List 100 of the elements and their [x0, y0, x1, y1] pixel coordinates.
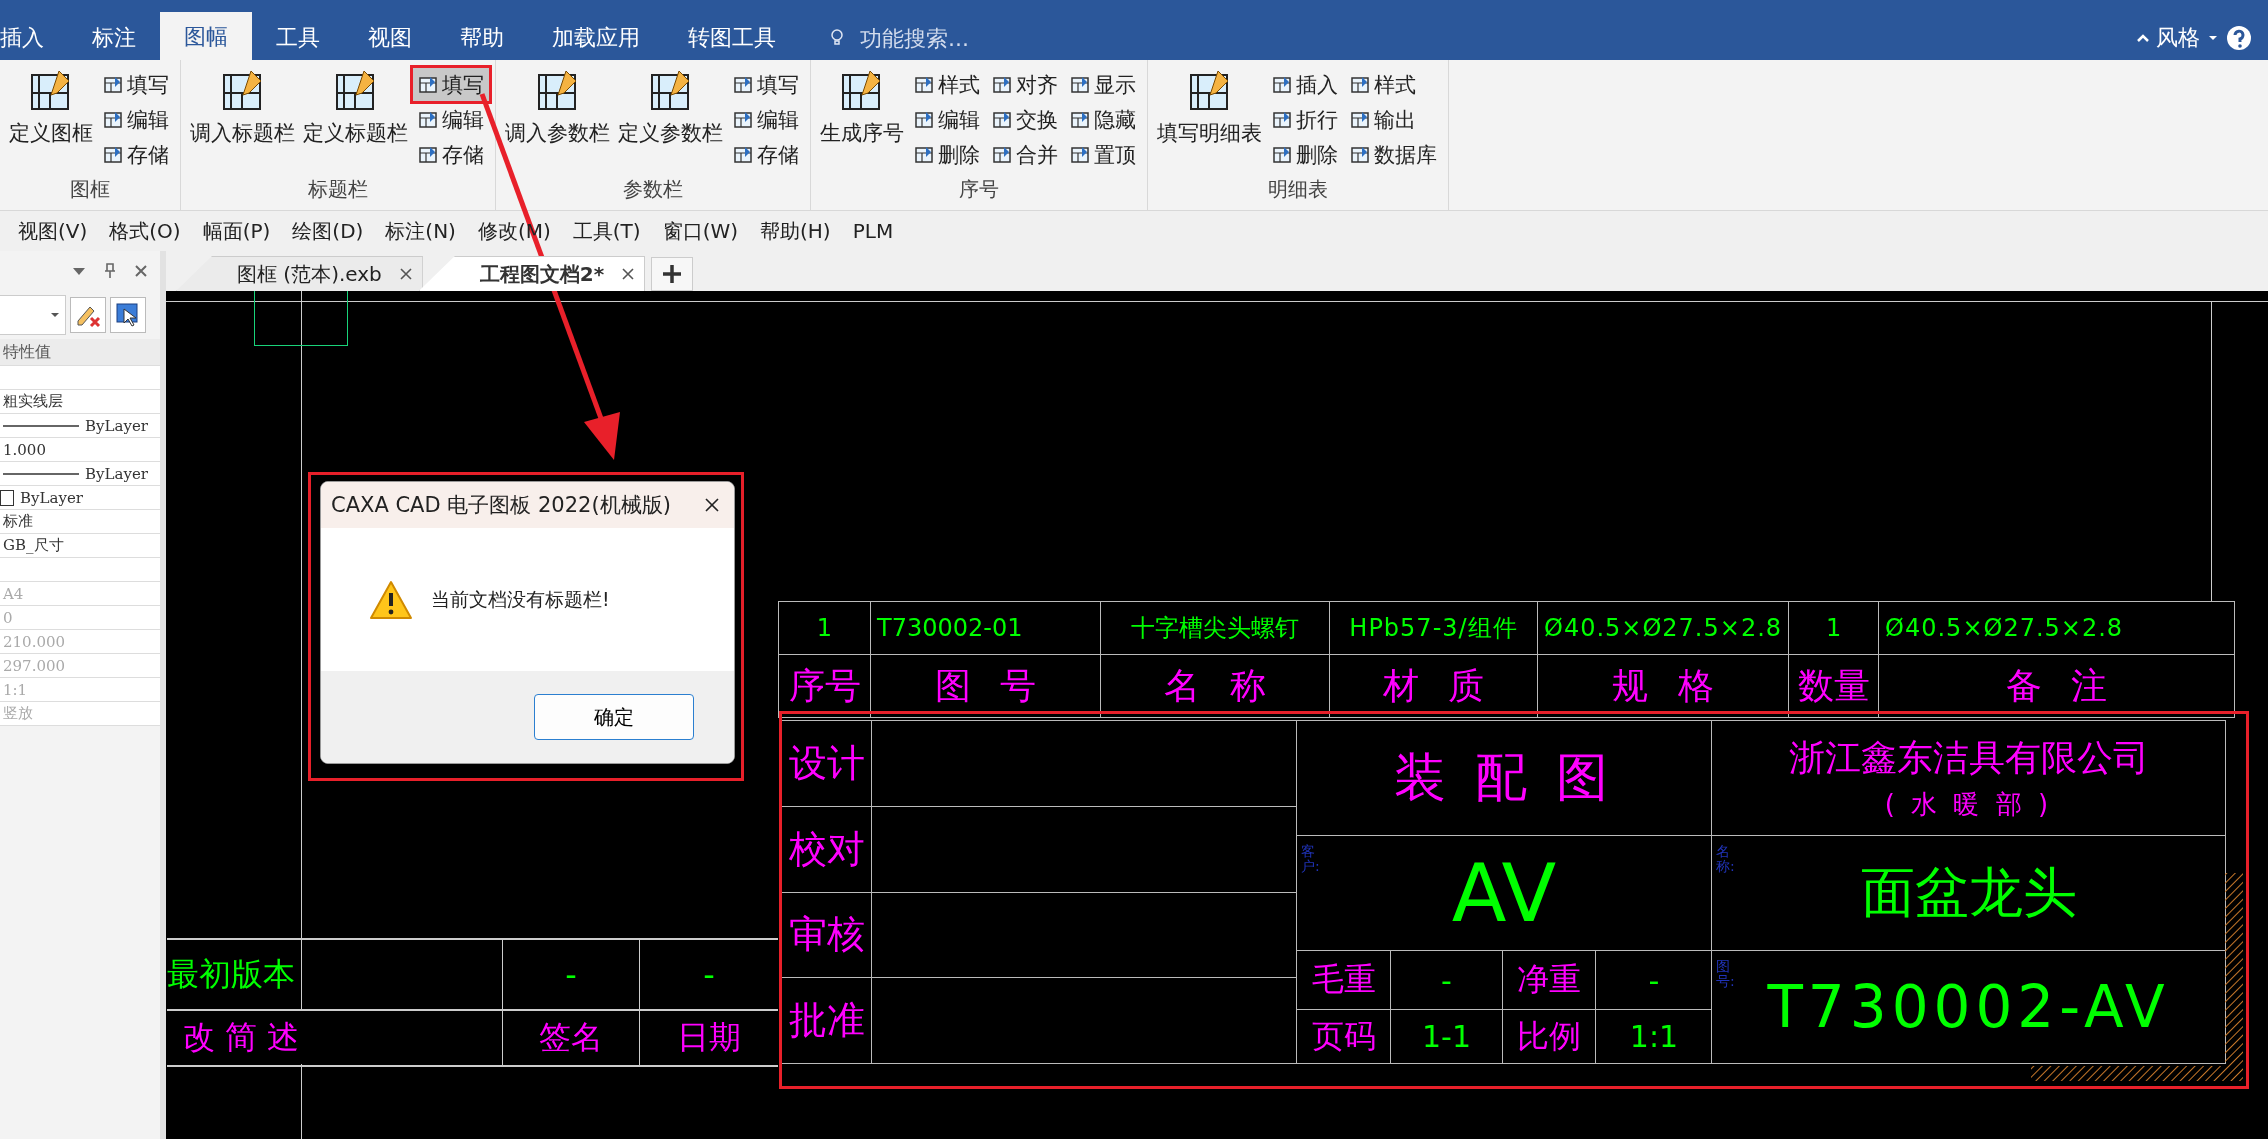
ribbon-button[interactable]: 输出: [1345, 103, 1442, 136]
table-cell: 十字槽尖头螺钉: [1100, 601, 1330, 655]
lightbulb-icon: [830, 28, 844, 48]
ribbon-button[interactable]: 调入标题栏: [187, 64, 298, 168]
column-header: 材 质: [1329, 654, 1538, 718]
group-label: 参数栏: [622, 176, 684, 203]
menu-item[interactable]: 标注(N): [385, 217, 456, 245]
ribbon-button[interactable]: 编辑: [98, 103, 174, 136]
ribbon-button[interactable]: 数据库: [1345, 138, 1442, 171]
ribbon-button[interactable]: 显示: [1065, 68, 1141, 101]
signoff-label: 设计: [782, 721, 872, 806]
property-row[interactable]: GB_尺寸: [0, 534, 160, 558]
property-row[interactable]: ByLayer: [0, 486, 160, 510]
property-value: 297.000: [3, 656, 66, 675]
ribbon-tab[interactable]: 标注: [68, 16, 160, 60]
ribbon-tab[interactable]: 视图: [344, 16, 436, 60]
ribbon-button[interactable]: 删除: [1267, 138, 1343, 171]
field-label: 比例: [1503, 1010, 1596, 1063]
column-header: 图 号: [870, 654, 1101, 718]
ribbon-button[interactable]: 样式: [1345, 68, 1442, 101]
ribbon-button[interactable]: 填写: [413, 68, 489, 101]
ok-button[interactable]: 确定: [534, 694, 694, 740]
ribbon-button[interactable]: 交换: [987, 103, 1063, 136]
property-value: 0: [3, 608, 13, 627]
help-icon[interactable]: [2226, 25, 2252, 51]
close-icon[interactable]: [704, 497, 720, 513]
ribbon-tab[interactable]: 工具: [252, 16, 344, 60]
ribbon-button[interactable]: 填写: [98, 68, 174, 101]
ribbon-button[interactable]: 折行: [1267, 103, 1343, 136]
document-icon: [103, 74, 123, 95]
menu-item[interactable]: 视图(V): [18, 217, 88, 245]
drawing-canvas[interactable]: [166, 291, 2268, 1139]
style-menu[interactable]: 风格: [2156, 23, 2200, 53]
menu-item[interactable]: PLM: [852, 219, 894, 243]
property-row[interactable]: ByLayer: [0, 414, 160, 438]
property-value: 1.000: [3, 440, 46, 459]
ribbon-button[interactable]: 样式: [909, 68, 985, 101]
ribbon-button[interactable]: 定义图框: [6, 64, 96, 168]
pin-icon[interactable]: [104, 263, 116, 279]
property-row[interactable]: 1.000: [0, 438, 160, 462]
property-row[interactable]: 粗实线层: [0, 390, 160, 414]
ribbon-button[interactable]: 编辑: [413, 103, 489, 136]
ribbon-button[interactable]: 生成序号: [817, 64, 907, 168]
ribbon-button[interactable]: 置顶: [1065, 138, 1141, 171]
ribbon-button[interactable]: 编辑: [909, 103, 985, 136]
ribbon-button[interactable]: 存储: [413, 138, 489, 171]
signoff-label: 审核: [782, 892, 872, 978]
ribbon-tab[interactable]: 加载应用: [528, 16, 664, 60]
search-field[interactable]: 功能搜索...: [858, 24, 1062, 52]
document-icon: [103, 144, 123, 165]
document-icon: [1272, 74, 1292, 95]
ribbon-button[interactable]: 调入参数栏: [502, 64, 613, 168]
table-cell: 1: [778, 601, 871, 655]
group-label: 图框: [69, 176, 111, 203]
ribbon-tab[interactable]: 插入: [0, 16, 68, 60]
ribbon-button[interactable]: 填写: [728, 68, 804, 101]
column-header: 改 简 述: [167, 1011, 503, 1065]
menu-item[interactable]: 绘图(D): [292, 217, 364, 245]
menu-item[interactable]: 格式(O): [109, 217, 181, 245]
ribbon-tab[interactable]: 转图工具: [664, 16, 800, 60]
dropdown-icon[interactable]: [2208, 34, 2218, 42]
ribbon-button[interactable]: 对齐: [987, 68, 1063, 101]
ribbon-button[interactable]: 删除: [909, 138, 985, 171]
ribbon-button[interactable]: 存储: [728, 138, 804, 171]
menu-item[interactable]: 窗口(W): [662, 217, 738, 245]
clear-selection-button[interactable]: [70, 297, 106, 333]
ribbon-tab[interactable]: 图幅: [160, 12, 252, 60]
ribbon-button[interactable]: 存储: [98, 138, 174, 171]
ribbon-button[interactable]: 定义标题栏: [300, 64, 411, 168]
document-icon: [1272, 144, 1292, 165]
document-tab[interactable]: 图框 (范本).exb: [176, 256, 423, 291]
color-swatch: [0, 489, 14, 506]
table-cell: Ø40.5×Ø27.5×2.8: [1537, 601, 1789, 655]
menu-item[interactable]: 工具(T): [572, 217, 641, 245]
ribbon-button[interactable]: 隐藏: [1065, 103, 1141, 136]
ribbon-button[interactable]: 填写明细表: [1154, 64, 1265, 168]
property-row[interactable]: ByLayer: [0, 462, 160, 486]
signoff-label: 校对: [782, 806, 872, 892]
table-cell: HPb57-3/组件: [1329, 601, 1538, 655]
close-icon[interactable]: [399, 268, 412, 280]
column-header: 数量: [1788, 654, 1879, 718]
ribbon-tab[interactable]: 帮助: [436, 16, 528, 60]
property-row[interactable]: 标准: [0, 510, 160, 534]
new-tab-button[interactable]: [651, 257, 694, 291]
ribbon-button[interactable]: 编辑: [728, 103, 804, 136]
menu-item[interactable]: 帮助(H): [760, 217, 831, 245]
document-icon: [733, 74, 753, 95]
collapse-icon[interactable]: [2136, 33, 2150, 43]
close-icon[interactable]: [622, 268, 635, 280]
ribbon-button[interactable]: 定义参数栏: [615, 64, 726, 168]
ribbon-button[interactable]: 合并: [987, 138, 1063, 171]
document-tab[interactable]: 工程图文档2*: [418, 256, 646, 291]
menu-item[interactable]: 幅面(P): [202, 217, 271, 245]
dropdown-icon[interactable]: [72, 266, 86, 276]
ribbon-button[interactable]: 插入: [1267, 68, 1343, 101]
document-icon: [418, 109, 438, 130]
warning-icon: [369, 579, 413, 620]
document-icon: [103, 109, 123, 130]
quick-select-button[interactable]: [110, 297, 146, 333]
table-cell: 最初版本: [167, 940, 302, 1009]
